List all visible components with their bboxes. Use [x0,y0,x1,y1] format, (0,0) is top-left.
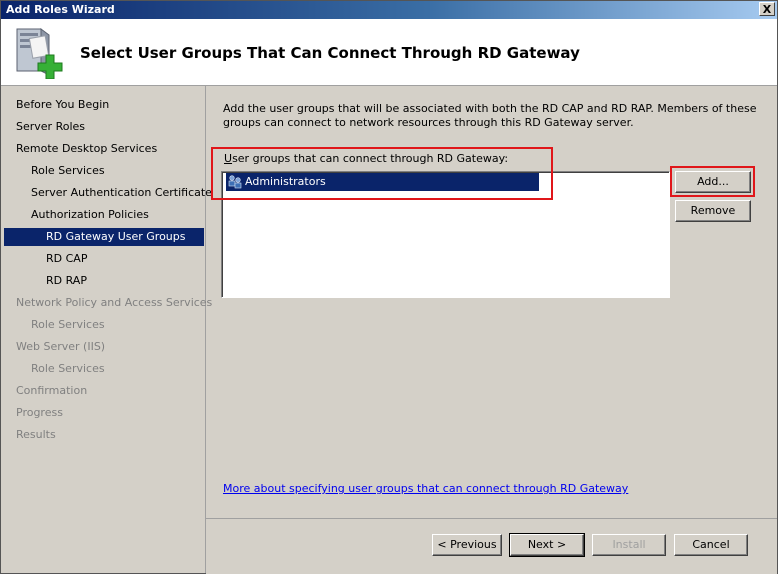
page-description: Add the user groups that will be associa… [223,102,757,129]
next-button[interactable]: Next > [509,533,585,557]
step-server-roles[interactable]: Server Roles [4,118,204,136]
wizard-header: Select User Groups That Can Connect Thro… [1,19,777,86]
page-title: Select User Groups That Can Connect Thro… [80,44,580,62]
access-key-letter: U [224,152,233,165]
user-groups-list-label: User groups that can connect through RD … [224,152,508,165]
wizard-footer: < Previous Next > Install Cancel [206,518,777,574]
step-rd-cap[interactable]: RD CAP [4,250,204,268]
step-iis-role-services: Role Services [31,362,105,375]
wizard-steps-sidebar: Before You Begin Server Roles Remote Des… [1,86,213,573]
user-group-icon [227,174,244,190]
previous-button[interactable]: < Previous [432,534,502,556]
step-npas-role-services: Role Services [31,318,105,331]
cancel-button[interactable]: Cancel [674,534,748,556]
step-web-server-iis: Web Server (IIS) [16,340,106,353]
step-rds-role-services[interactable]: Role Services [4,162,204,180]
step-authorization-policies[interactable]: Authorization Policies [4,206,204,224]
list-label-text: ser groups that can connect through RD G… [232,152,509,165]
step-network-policy-access-services: Network Policy and Access Services [16,296,213,309]
add-button[interactable]: Add... [675,171,751,193]
list-item-administrators[interactable]: Administrators [226,173,539,191]
group-name: Administrators [245,175,326,188]
step-rd-rap[interactable]: RD RAP [4,272,204,290]
main-content: Add the user groups that will be associa… [206,86,777,518]
user-groups-listbox[interactable]: Administrators [221,171,670,298]
step-before-you-begin[interactable]: Before You Begin [4,96,204,114]
step-server-authentication-certificate[interactable]: Server Authentication Certificate [4,184,212,202]
remove-button[interactable]: Remove [675,200,751,222]
step-results: Results [16,428,56,441]
title-bar[interactable]: Add Roles Wizard X [1,1,777,19]
step-rd-gateway-user-groups[interactable]: RD Gateway User Groups [4,228,204,246]
install-button: Install [592,534,666,556]
window-title: Add Roles Wizard [6,3,115,16]
step-remote-desktop-services[interactable]: Remote Desktop Services [4,140,204,158]
close-button[interactable]: X [759,2,775,16]
help-link[interactable]: More about specifying user groups that c… [223,482,628,495]
add-roles-wizard-window: Add Roles Wizard X Select User Groups Th… [0,0,778,574]
server-add-role-icon [16,28,63,79]
step-progress: Progress [16,406,63,419]
step-confirmation: Confirmation [16,384,88,397]
